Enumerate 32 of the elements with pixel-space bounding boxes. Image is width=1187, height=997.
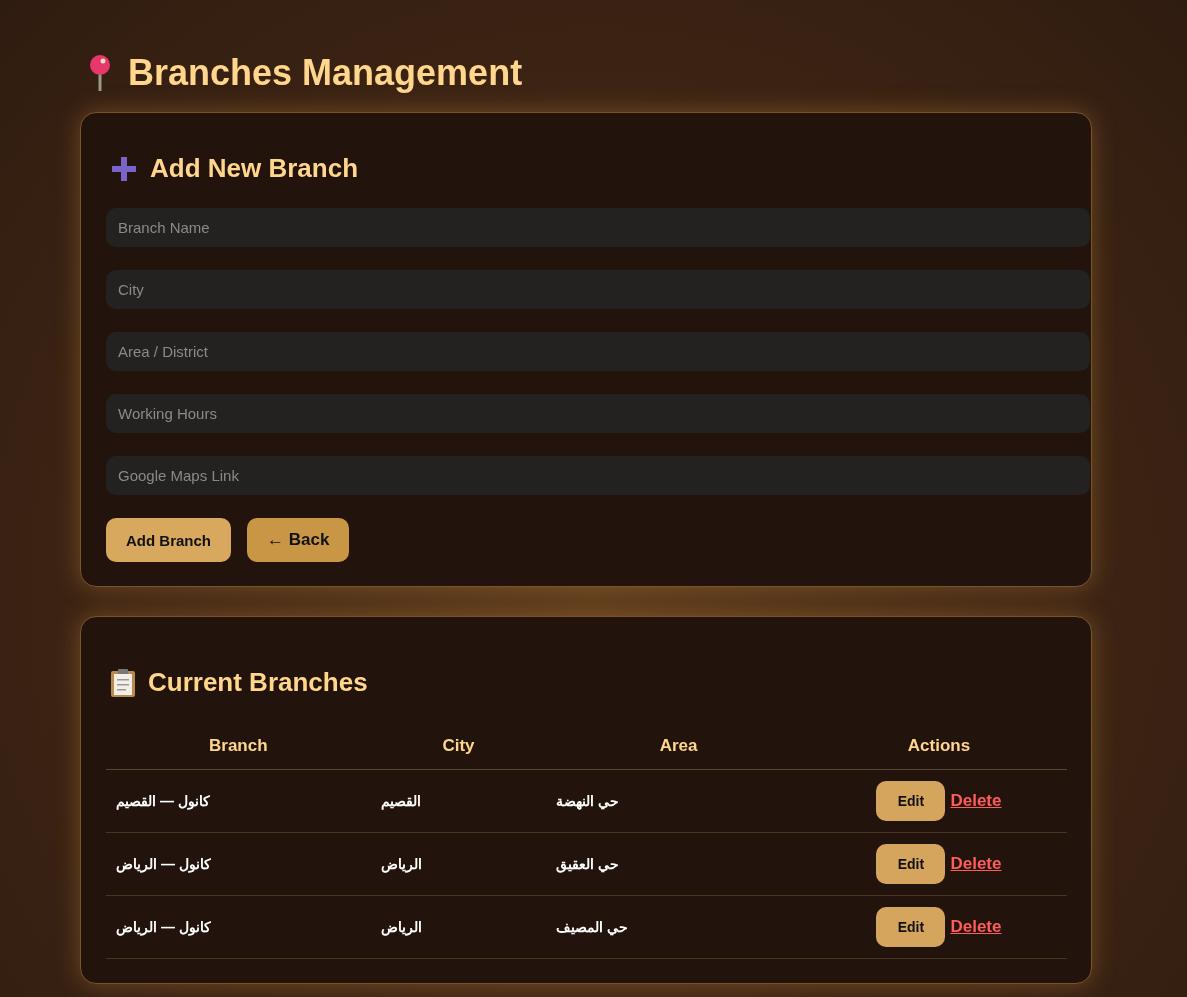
column-header: Branch <box>106 722 371 770</box>
section-heading: Current Branches <box>148 667 368 698</box>
table-cell: كانول — الرياض <box>116 919 211 935</box>
edit-button[interactable]: Edit <box>876 907 946 947</box>
delete-link[interactable]: Delete <box>950 791 1002 810</box>
back-button[interactable]: ← Back <box>247 518 350 562</box>
text-field[interactable]: Working Hours <box>106 394 1090 433</box>
edit-button[interactable]: Edit <box>876 844 946 884</box>
table-cell: الرياض <box>380 919 422 935</box>
column-header: City <box>370 722 547 770</box>
page-title: Branches Management <box>128 52 523 94</box>
text-field[interactable]: Area / District <box>106 332 1090 371</box>
table-cell: الرياض <box>380 856 422 872</box>
table-cell: كانول — القصيم <box>116 793 210 809</box>
text-field[interactable]: Branch Name <box>106 208 1090 247</box>
table-cell: حي النهضة <box>556 793 620 809</box>
clipboard-icon <box>110 667 136 698</box>
plus-icon <box>110 154 138 183</box>
table-cell: القصيم <box>380 793 421 809</box>
column-header: Area <box>546 722 811 770</box>
section-heading: Add New Branch <box>150 153 359 184</box>
delete-link[interactable]: Delete <box>950 917 1002 936</box>
edit-button[interactable]: Edit <box>876 781 946 821</box>
text-field[interactable]: Google Maps Link <box>106 456 1090 495</box>
pushpin-icon <box>88 55 112 91</box>
table-cell: حي المصيف <box>556 919 629 935</box>
delete-link[interactable]: Delete <box>950 854 1002 873</box>
table-cell: حي العقيق <box>556 856 620 872</box>
table-cell: كانول — الرياض <box>116 856 211 872</box>
add-branch-button[interactable]: Add Branch <box>106 518 231 562</box>
column-header: Actions <box>810 722 1067 770</box>
text-field[interactable]: City <box>106 270 1090 309</box>
